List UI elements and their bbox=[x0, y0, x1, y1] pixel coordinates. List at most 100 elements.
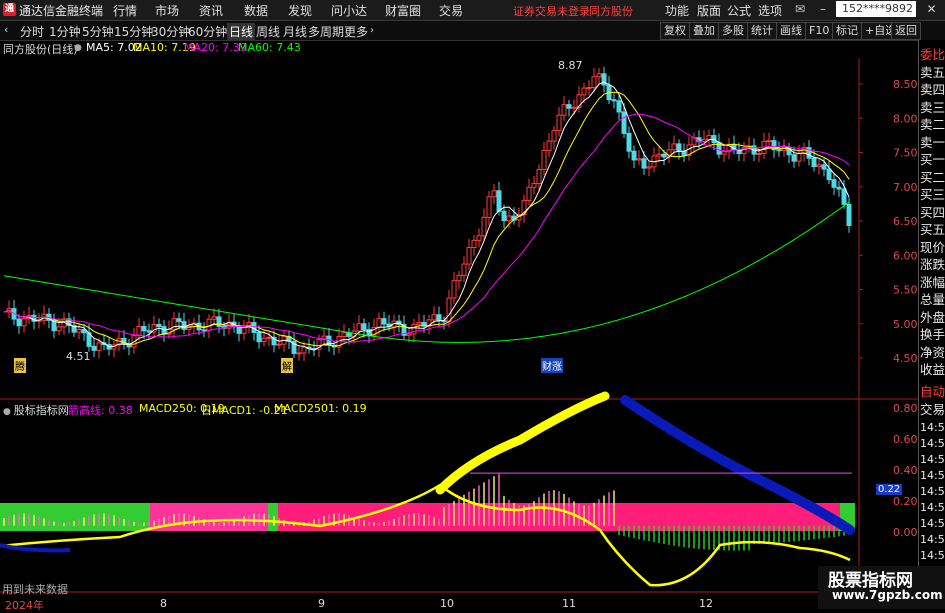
side-bottom-item-0[interactable]: 自动 bbox=[920, 383, 945, 400]
candle bbox=[846, 203, 852, 227]
candle bbox=[466, 246, 472, 265]
side-bottom-item-3: 14:56 bbox=[920, 437, 945, 450]
candle bbox=[501, 210, 507, 222]
side-bottom-item-9: 14:56 bbox=[920, 533, 945, 546]
candle bbox=[141, 325, 147, 332]
menu-options[interactable]: 选项 bbox=[758, 2, 782, 19]
account-box[interactable]: 152****9892 bbox=[836, 1, 916, 17]
candle bbox=[841, 188, 847, 205]
btn-back[interactable]: 返回 bbox=[891, 22, 921, 40]
side-bottom-item-1: 交易 bbox=[920, 402, 945, 417]
candle bbox=[611, 99, 617, 102]
menu-xiaoda[interactable]: 问小达 bbox=[331, 2, 367, 19]
event-mark-3[interactable]: 财涨 bbox=[541, 358, 563, 373]
btn-draw[interactable]: 画线 bbox=[776, 22, 806, 40]
side-item-11: 现价 bbox=[920, 239, 945, 255]
back-arrow-icon[interactable]: ‹ bbox=[4, 23, 8, 36]
btn-stats[interactable]: 统计 bbox=[747, 22, 777, 40]
candle bbox=[816, 164, 822, 168]
stock-notice[interactable]: 同方股份 bbox=[589, 3, 633, 19]
candle bbox=[551, 129, 557, 142]
side-bottom-item-6: 14:56 bbox=[920, 485, 945, 498]
period-30min[interactable]: 30分钟 bbox=[151, 23, 190, 40]
period-weekly[interactable]: 周线 bbox=[256, 23, 280, 40]
candle bbox=[341, 332, 347, 337]
period-60min[interactable]: 60分钟 bbox=[188, 23, 227, 40]
minimize-window-icon[interactable]: – bbox=[812, 1, 834, 18]
price-tick-1: 8.00 bbox=[893, 112, 918, 125]
btn-multistock[interactable]: 多股 bbox=[718, 22, 748, 40]
period-daily[interactable]: 日线 bbox=[227, 23, 256, 40]
btn-f10[interactable]: F10 bbox=[805, 22, 834, 40]
price-tick-7: 5.00 bbox=[893, 318, 918, 331]
menu-data[interactable]: 数据 bbox=[244, 2, 268, 19]
menu-quotes[interactable]: 行情 bbox=[113, 2, 137, 19]
indicator-settings-icon[interactable]: ● bbox=[3, 407, 14, 417]
signal-curve-yellow bbox=[435, 391, 610, 495]
period-monthly[interactable]: 月线 bbox=[283, 23, 307, 40]
close-icon[interactable]: ✕ bbox=[918, 1, 945, 18]
period-5min[interactable]: 5分钟 bbox=[82, 23, 114, 40]
menu-trade[interactable]: 交易 bbox=[439, 2, 463, 19]
candle bbox=[486, 196, 492, 218]
candle bbox=[806, 147, 812, 159]
macd2501-readout: MACD2501: 0.19 bbox=[274, 402, 367, 415]
btn-mark[interactable]: 标记 bbox=[832, 22, 862, 40]
candle bbox=[16, 318, 22, 327]
candle bbox=[626, 132, 632, 152]
candle bbox=[96, 342, 102, 351]
event-mark-2[interactable]: 解 bbox=[281, 358, 293, 373]
candle bbox=[406, 333, 412, 336]
period-1min[interactable]: 1分钟 bbox=[49, 23, 81, 40]
x-label-year: 2024年 bbox=[5, 599, 44, 612]
candle bbox=[596, 73, 602, 78]
btn-overlay[interactable]: 叠加 bbox=[689, 22, 719, 40]
candle bbox=[776, 149, 782, 152]
menu-formula[interactable]: 公式 bbox=[727, 2, 751, 19]
x-label-sep: 9 bbox=[318, 597, 325, 610]
price-tick-8: 4.50 bbox=[893, 352, 918, 365]
mail-icon[interactable]: ✉ bbox=[789, 1, 811, 18]
menu-market[interactable]: 市场 bbox=[155, 2, 179, 19]
side-bottom-item-7: 14:56 bbox=[920, 501, 945, 514]
candle bbox=[536, 168, 542, 184]
menu-discover[interactable]: 发现 bbox=[288, 2, 312, 19]
trade-login-notice[interactable]: 证券交易未登录 bbox=[513, 3, 590, 19]
candle bbox=[616, 100, 622, 113]
period-toolbar: ‹ 分时 1分钟 5分钟 15分钟 30分钟 60分钟 日线 周线 月线 多周期… bbox=[0, 21, 945, 41]
candle bbox=[216, 316, 222, 327]
candle bbox=[161, 326, 167, 335]
menu-news[interactable]: 资讯 bbox=[199, 2, 223, 19]
candle bbox=[156, 324, 162, 328]
candle bbox=[431, 314, 437, 321]
period-multi[interactable]: 多周期 bbox=[308, 23, 344, 40]
menu-functions[interactable]: 功能 bbox=[665, 2, 689, 19]
app-title: 通达信金融终端 bbox=[19, 4, 104, 18]
period-timeshare[interactable]: 分时 bbox=[20, 23, 44, 40]
period-more[interactable]: 更多 bbox=[344, 23, 368, 40]
menu-layout[interactable]: 版面 bbox=[697, 2, 721, 19]
candle bbox=[301, 346, 307, 354]
candle bbox=[76, 329, 82, 333]
quote-side-panel: 委比 卖五 卖四 卖三 卖二 卖一 买一 买二 买三 买四 买五 现价 涨跌 涨幅 总量 外盘 换手 净资 收益 自动… bbox=[918, 40, 945, 609]
candle bbox=[376, 318, 382, 329]
side-bottom-item-2: 14:56 bbox=[920, 421, 945, 434]
more-chevron-icon[interactable]: › bbox=[370, 25, 374, 36]
side-item-10: 买五 bbox=[920, 222, 945, 237]
price-tick-2: 7.50 bbox=[893, 147, 918, 160]
btn-adjust[interactable]: 复权 bbox=[660, 22, 690, 40]
kline-chart[interactable]: 8.50 8.00 7.50 7.00 6.50 6.00 5.50 5.00 4.50 0.80… bbox=[0, 40, 918, 609]
price-tick-0: 8.50 bbox=[893, 78, 918, 91]
period-15min[interactable]: 15分钟 bbox=[114, 23, 153, 40]
side-item-14: 总量 bbox=[920, 292, 945, 307]
candle bbox=[411, 323, 417, 335]
side-item-7: 买二 bbox=[920, 169, 945, 185]
x-label-oct: 10 bbox=[440, 597, 454, 610]
candle bbox=[451, 280, 457, 299]
candle bbox=[416, 322, 422, 325]
event-mark-1[interactable]: 腾 bbox=[14, 358, 26, 373]
side-bottom-item-5: 14:56 bbox=[920, 469, 945, 482]
menu-wealth[interactable]: 财富圈 bbox=[385, 2, 421, 19]
candle bbox=[591, 76, 597, 88]
side-item-5: 卖一 bbox=[920, 134, 945, 150]
